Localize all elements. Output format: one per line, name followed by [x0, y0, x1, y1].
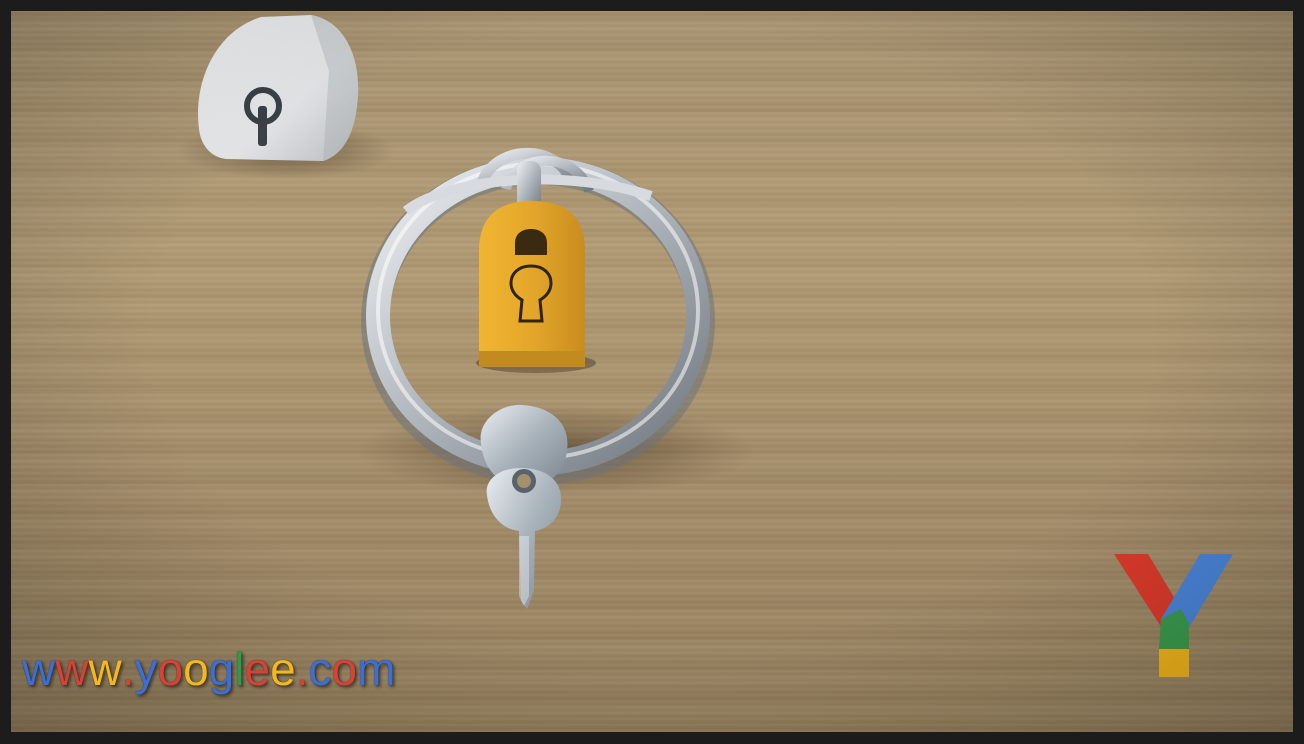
watermark-letter: g: [208, 643, 235, 695]
watermark-letter: m: [357, 643, 396, 695]
watermark-letter: y: [134, 643, 158, 695]
watermark-letter: w: [88, 643, 122, 695]
watermark-letter: e: [270, 643, 296, 695]
watermark-letter: .: [121, 643, 135, 695]
watermark-text: www.yooglee.com: [22, 646, 395, 692]
watermark-letter: .: [295, 643, 309, 695]
watermark-letter: o: [331, 643, 358, 695]
watermark-letter: l: [234, 643, 245, 695]
watermark-letter: w: [55, 643, 89, 695]
photo-frame: [11, 11, 1293, 732]
watermark-letter: o: [157, 643, 184, 695]
watermark-letter: w: [22, 643, 56, 695]
watermark-letter: c: [308, 643, 332, 695]
watermark-letter: o: [183, 643, 209, 695]
vignette-overlay: [11, 11, 1293, 732]
watermark-letter: e: [244, 643, 271, 695]
